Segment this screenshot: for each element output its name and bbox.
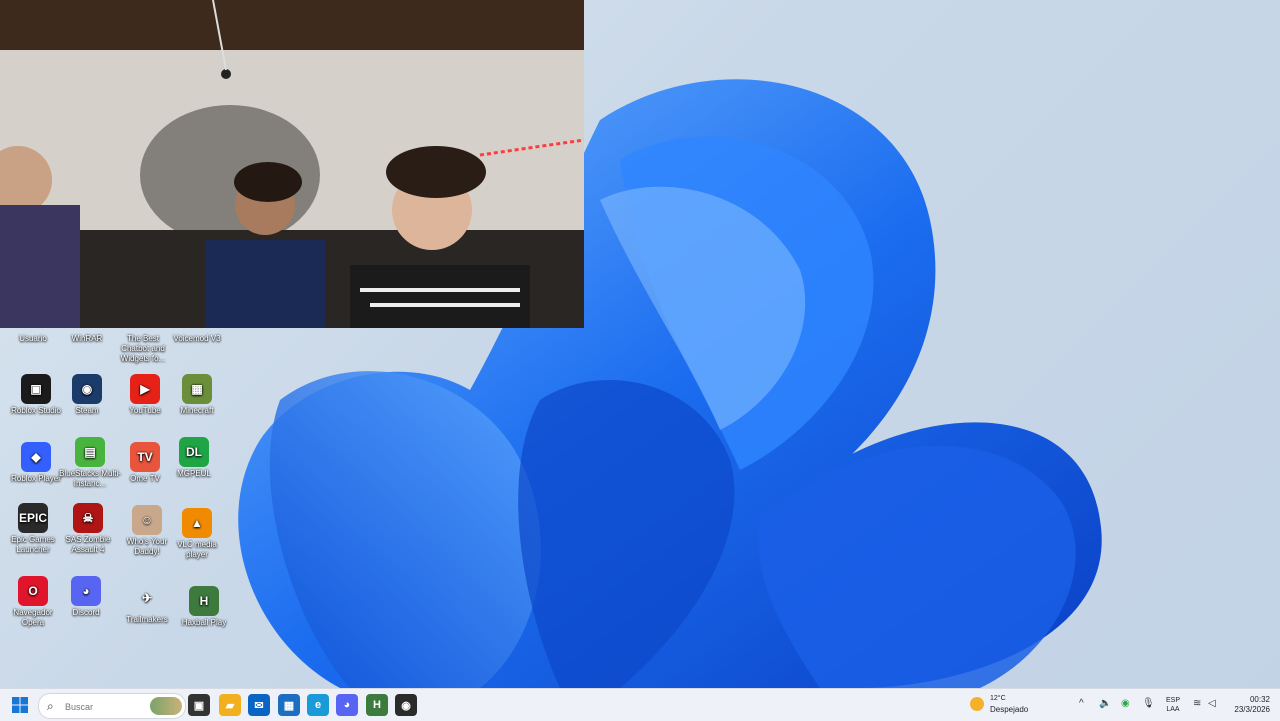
discord-icon: ◕ [71, 576, 101, 606]
clock-date: 23/3/2026 [1234, 705, 1270, 714]
desktop-icon-roblox-player[interactable]: ◆ Roblox Player [5, 442, 67, 484]
taskbar-store-icon[interactable]: ▦ [278, 694, 300, 716]
desktop-icon-label: BlueStacks Multi-Instanc... [59, 469, 121, 488]
volume-icon[interactable]: ◁ [1208, 698, 1216, 709]
taskbar-file-explorer-icon[interactable]: ▰ [219, 694, 241, 716]
mgpeul-icon: DL [179, 437, 209, 467]
speaker-tray-icon[interactable]: 🔈 [1099, 698, 1111, 709]
desktop-icon-label: Roblox Player [11, 474, 61, 483]
desktop-icon-label: The Best Chatbot and Widgets fo... [120, 334, 166, 363]
desktop-icon-minecraft[interactable]: ▦ Minecraft [166, 374, 228, 416]
minecraft-icon: ▦ [182, 374, 212, 404]
taskbar-obs-icon[interactable]: ◉ [395, 694, 417, 716]
desktop-icon-label: SAS Zombie Assault 4 [65, 535, 111, 554]
search-input[interactable] [63, 698, 153, 716]
webcam-overlay [0, 0, 584, 328]
roblox-studio-icon: ▣ [21, 374, 51, 404]
desktop-icon-label: Epic Games Launcher [11, 535, 55, 554]
clock-time: 00:32 [1249, 695, 1270, 704]
taskbar-task-view-icon[interactable]: ▣ [188, 694, 210, 716]
desktop-icon-sas-zombie[interactable]: ☠ SAS Zombie Assault 4 [57, 503, 119, 555]
desktop-icon-label: Discord [72, 608, 100, 617]
taskbar: ⌕ ▣ ▰ ✉ ▦ e ◕ H ◉ 12°C Despejado ^ 🔈 ◉ 🎙 ESP LA… [0, 688, 1280, 721]
desktop-icon-label: Minecraft [180, 406, 214, 415]
desktop-icon-mgpeul[interactable]: DL MGPEUL [163, 437, 225, 479]
desktop-icon-label: VLC media player [177, 540, 217, 559]
desktop-icon-label: Voicemod V3 [173, 334, 221, 343]
desktop-icon-winrar[interactable]: WinRAR [56, 318, 118, 344]
desktop-icon-epic-games[interactable]: EPIC Epic Games Launcher [2, 503, 64, 555]
weather-widget[interactable]: 12°C Despejado [970, 695, 1040, 717]
epic-games-icon: EPIC [18, 503, 48, 533]
taskbar-outlook-icon[interactable]: ✉ [248, 694, 270, 716]
language-code: ESP [1165, 697, 1180, 704]
whos-your-daddy-icon: ☺ [132, 505, 162, 535]
desktop-icon-chatbot-widgets[interactable]: The Best Chatbot and Widgets fo... [112, 318, 174, 364]
desktop-icon-trailmakers[interactable]: ✈ Trailmakers [116, 583, 178, 625]
language-indicator[interactable]: ESP LAA [1164, 696, 1182, 714]
sas-zombie-icon: ☠ [73, 503, 103, 533]
desktop-icon-label: WinRAR [71, 334, 103, 343]
bluestacks-icon: ▤ [75, 437, 105, 467]
weather-condition: Despejado [990, 705, 1029, 714]
desktop-icon-voicemod[interactable]: Voicemod V3 [166, 318, 228, 344]
desktop-icon-haxball-play[interactable]: H Haxball Play [173, 586, 235, 628]
desktop-icon-usuario[interactable]: Usuario [2, 318, 64, 344]
vlc-icon: ▲ [182, 508, 212, 538]
desktop-icon-vlc[interactable]: ▲ VLC media player [166, 508, 228, 560]
desktop-icon-label: Haxball Play [181, 618, 227, 627]
search-highlight-thumbnail [150, 697, 182, 715]
desktop-icon-steam[interactable]: ◉ Steam [56, 374, 118, 416]
desktop-icon-bluestacks[interactable]: ▤ BlueStacks Multi-Instanc... [59, 437, 121, 489]
taskbar-haxball-icon[interactable]: H [366, 694, 388, 716]
taskbar-discord-icon[interactable]: ◕ [336, 694, 358, 716]
desktop-icon-label: MGPEUL [177, 469, 211, 478]
taskbar-search-box[interactable]: ⌕ [38, 693, 186, 719]
haxball-play-icon: H [189, 586, 219, 616]
desktop-icon-label: Steam [75, 406, 99, 415]
roblox-player-icon: ◆ [21, 442, 51, 472]
shield-tray-icon[interactable]: ◉ [1121, 698, 1130, 709]
opera-icon: O [18, 576, 48, 606]
ome-tv-icon: TV [130, 442, 160, 472]
trailmakers-icon: ✈ [141, 591, 153, 605]
desktop-icon-label: Trailmakers [126, 615, 168, 624]
wifi-icon[interactable]: ≋ [1193, 698, 1201, 709]
desktop-icon-label: Usuario [19, 334, 47, 343]
chevron-up-icon[interactable]: ^ [1079, 698, 1084, 709]
windows-start-icon[interactable] [12, 697, 28, 713]
search-icon: ⌕ [47, 699, 54, 713]
youtube-icon: ▶ [130, 374, 160, 404]
steam-icon: ◉ [72, 374, 102, 404]
keyboard-layout: LAA [1166, 706, 1180, 713]
weather-temp: 12°C [990, 695, 1006, 702]
system-clock[interactable]: 00:32 23/3/2026 [1228, 695, 1270, 715]
microphone-tray-icon[interactable]: 🎙 [1142, 698, 1155, 709]
moon-icon [970, 697, 984, 711]
taskbar-edge-icon[interactable]: e [307, 694, 329, 716]
desktop-icon-discord[interactable]: ◕ Discord [55, 576, 117, 618]
